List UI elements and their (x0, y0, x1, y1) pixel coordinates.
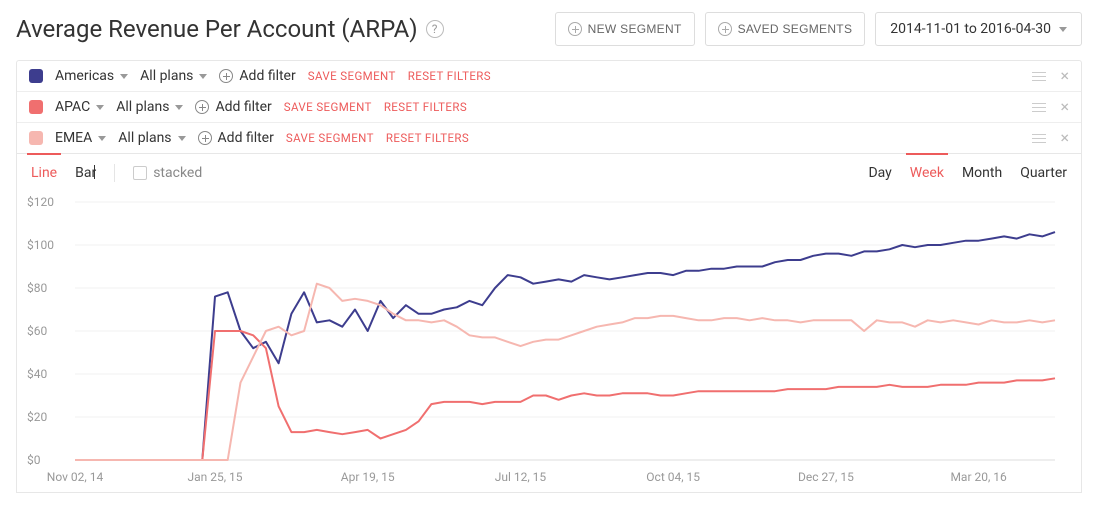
x-axis-tick-label: Dec 27, 15 (798, 470, 854, 484)
aggregation-toggle: Day Week Month Quarter (868, 165, 1067, 181)
y-axis-tick-label: $120 (27, 195, 54, 209)
y-axis-tick-label: $20 (27, 410, 47, 424)
plus-icon (219, 69, 233, 83)
chevron-down-icon (178, 136, 186, 141)
date-range-label: 2014-11-01 to 2016-04-30 (890, 21, 1051, 37)
add-filter-button[interactable]: Add filter (219, 68, 295, 84)
x-axis-tick-label: Apr 19, 15 (341, 470, 395, 484)
segment-swatch (29, 131, 43, 145)
chevron-down-icon (98, 136, 106, 141)
segment-name-label: APAC (55, 99, 90, 115)
stacked-toggle[interactable]: stacked (133, 165, 202, 181)
chart-area: $0 $20 $40 $60 $80 $100 $120 Nov 02, 14 Jan 25, … (27, 194, 1071, 484)
close-icon[interactable]: × (1060, 99, 1069, 115)
x-axis-tick-label: Mar 20, 16 (950, 470, 1006, 484)
chart-type-line[interactable]: Line (31, 165, 57, 181)
chevron-down-icon (120, 74, 128, 79)
x-axis-tick-label: Nov 02, 14 (47, 470, 103, 484)
segment-row: Americas All plans Add filter SAVE SEGME… (17, 61, 1081, 91)
chevron-down-icon (96, 105, 104, 110)
chart-panel: Line Bar stacked Day Week Month Quarter … (16, 154, 1082, 493)
chevron-down-icon (1059, 27, 1067, 32)
date-range-picker[interactable]: 2014-11-01 to 2016-04-30 (875, 12, 1082, 46)
segment-name-select[interactable]: Americas (55, 68, 128, 84)
series-line (75, 232, 1055, 460)
save-segment-link[interactable]: SAVE SEGMENT (308, 69, 396, 83)
add-filter-label: Add filter (215, 99, 271, 115)
segment-name-select[interactable]: APAC (55, 99, 104, 115)
reset-filters-link[interactable]: RESET FILTERS (408, 69, 491, 83)
agg-week[interactable]: Week (910, 165, 944, 181)
segment-plans-label: All plans (118, 130, 171, 146)
series-line (75, 284, 1055, 460)
add-filter-label: Add filter (218, 130, 274, 146)
new-segment-button[interactable]: NEW SEGMENT (555, 12, 695, 46)
x-axis-tick-label: Oct 04, 15 (646, 470, 700, 484)
saved-segments-button[interactable]: SAVED SEGMENTS (705, 12, 866, 46)
series-line (75, 331, 1055, 460)
text-cursor (94, 165, 95, 179)
drag-handle-icon[interactable] (1032, 69, 1046, 84)
plus-icon (198, 131, 212, 145)
drag-handle-icon[interactable] (1032, 100, 1046, 115)
chart-type-toggle: Line Bar (31, 165, 96, 181)
line-chart-svg (27, 194, 1067, 484)
close-icon[interactable]: × (1060, 130, 1069, 146)
add-filter-button[interactable]: Add filter (198, 130, 274, 146)
saved-segments-label: SAVED SEGMENTS (738, 22, 853, 36)
y-axis-tick-label: $0 (27, 453, 41, 467)
segment-name-select[interactable]: EMEA (55, 130, 106, 146)
segment-name-label: Americas (55, 68, 114, 84)
y-axis-tick-label: $80 (27, 281, 47, 295)
divider (114, 164, 115, 182)
chevron-down-icon (175, 105, 183, 110)
checkbox-icon (133, 166, 147, 180)
plus-icon (195, 100, 209, 114)
chevron-down-icon (199, 74, 207, 79)
y-axis-tick-label: $60 (27, 324, 47, 338)
add-filter-label: Add filter (239, 68, 295, 84)
plus-icon (568, 22, 582, 36)
agg-month[interactable]: Month (962, 165, 1002, 181)
drag-handle-icon[interactable] (1032, 131, 1046, 146)
x-axis-tick-label: Jan 25, 15 (187, 470, 242, 484)
reset-filters-link[interactable]: RESET FILTERS (386, 131, 469, 145)
page-title: Average Revenue Per Account (ARPA) (16, 15, 418, 43)
segments-panel: Americas All plans Add filter SAVE SEGME… (16, 60, 1082, 154)
segment-plans-select[interactable]: All plans (116, 99, 183, 115)
new-segment-label: NEW SEGMENT (588, 22, 682, 36)
save-segment-link[interactable]: SAVE SEGMENT (284, 100, 372, 114)
chart-type-bar[interactable]: Bar (75, 165, 96, 181)
segment-name-label: EMEA (55, 130, 92, 146)
segment-row: APAC All plans Add filter SAVE SEGMENT R… (17, 91, 1081, 122)
segment-plans-select[interactable]: All plans (118, 130, 185, 146)
agg-quarter[interactable]: Quarter (1020, 165, 1067, 181)
agg-day[interactable]: Day (868, 165, 891, 181)
reset-filters-link[interactable]: RESET FILTERS (384, 100, 467, 114)
y-axis-tick-label: $40 (27, 367, 47, 381)
x-axis-tick-label: Jul 12, 15 (495, 470, 546, 484)
segment-swatch (29, 100, 43, 114)
add-filter-button[interactable]: Add filter (195, 99, 271, 115)
segment-row: EMEA All plans Add filter SAVE SEGMENT R… (17, 122, 1081, 153)
segment-swatch (29, 69, 43, 83)
segment-plans-label: All plans (116, 99, 169, 115)
save-segment-link[interactable]: SAVE SEGMENT (286, 131, 374, 145)
segment-plans-label: All plans (140, 68, 193, 84)
segment-plans-select[interactable]: All plans (140, 68, 207, 84)
plus-icon (718, 22, 732, 36)
y-axis-tick-label: $100 (27, 238, 54, 252)
help-icon[interactable]: ? (426, 20, 444, 38)
close-icon[interactable]: × (1060, 68, 1069, 84)
